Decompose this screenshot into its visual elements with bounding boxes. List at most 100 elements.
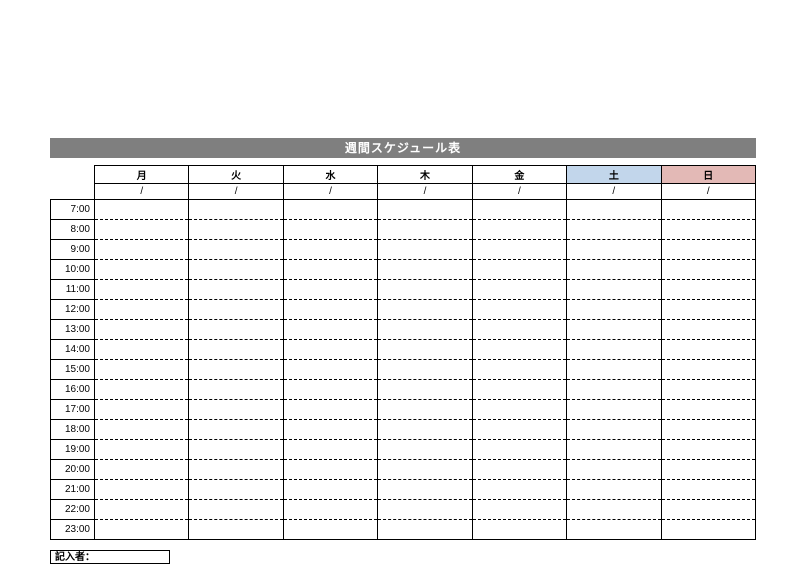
schedule-cell[interactable] bbox=[661, 480, 755, 500]
author-label[interactable]: 記入者： bbox=[50, 550, 170, 564]
schedule-cell[interactable] bbox=[661, 260, 755, 280]
schedule-cell[interactable] bbox=[189, 200, 283, 220]
schedule-cell[interactable] bbox=[378, 300, 472, 320]
schedule-cell[interactable] bbox=[661, 360, 755, 380]
schedule-cell[interactable] bbox=[661, 220, 755, 240]
schedule-cell[interactable] bbox=[95, 340, 189, 360]
schedule-cell[interactable] bbox=[567, 420, 661, 440]
schedule-cell[interactable] bbox=[283, 260, 377, 280]
schedule-cell[interactable] bbox=[567, 480, 661, 500]
schedule-cell[interactable] bbox=[283, 200, 377, 220]
schedule-cell[interactable] bbox=[661, 380, 755, 400]
schedule-cell[interactable] bbox=[95, 300, 189, 320]
schedule-cell[interactable] bbox=[472, 400, 566, 420]
schedule-cell[interactable] bbox=[661, 240, 755, 260]
schedule-cell[interactable] bbox=[567, 340, 661, 360]
schedule-cell[interactable] bbox=[661, 460, 755, 480]
schedule-cell[interactable] bbox=[567, 300, 661, 320]
date-cell[interactable]: / bbox=[378, 184, 472, 200]
schedule-cell[interactable] bbox=[378, 320, 472, 340]
schedule-cell[interactable] bbox=[661, 440, 755, 460]
schedule-cell[interactable] bbox=[283, 480, 377, 500]
schedule-cell[interactable] bbox=[189, 420, 283, 440]
schedule-cell[interactable] bbox=[661, 500, 755, 520]
schedule-cell[interactable] bbox=[189, 460, 283, 480]
schedule-cell[interactable] bbox=[189, 240, 283, 260]
schedule-cell[interactable] bbox=[661, 420, 755, 440]
schedule-cell[interactable] bbox=[567, 280, 661, 300]
schedule-cell[interactable] bbox=[567, 260, 661, 280]
schedule-cell[interactable] bbox=[189, 400, 283, 420]
schedule-cell[interactable] bbox=[378, 360, 472, 380]
schedule-cell[interactable] bbox=[95, 520, 189, 540]
schedule-cell[interactable] bbox=[95, 460, 189, 480]
schedule-cell[interactable] bbox=[378, 380, 472, 400]
schedule-cell[interactable] bbox=[472, 520, 566, 540]
schedule-cell[interactable] bbox=[283, 360, 377, 380]
schedule-cell[interactable] bbox=[378, 240, 472, 260]
schedule-cell[interactable] bbox=[95, 420, 189, 440]
schedule-cell[interactable] bbox=[189, 220, 283, 240]
schedule-cell[interactable] bbox=[283, 320, 377, 340]
schedule-cell[interactable] bbox=[189, 380, 283, 400]
schedule-cell[interactable] bbox=[661, 340, 755, 360]
schedule-cell[interactable] bbox=[95, 360, 189, 380]
schedule-cell[interactable] bbox=[283, 400, 377, 420]
schedule-cell[interactable] bbox=[95, 320, 189, 340]
schedule-cell[interactable] bbox=[95, 480, 189, 500]
schedule-cell[interactable] bbox=[472, 380, 566, 400]
schedule-cell[interactable] bbox=[472, 320, 566, 340]
schedule-cell[interactable] bbox=[567, 360, 661, 380]
schedule-cell[interactable] bbox=[189, 480, 283, 500]
schedule-cell[interactable] bbox=[283, 520, 377, 540]
schedule-cell[interactable] bbox=[283, 280, 377, 300]
schedule-cell[interactable] bbox=[95, 500, 189, 520]
date-cell[interactable]: / bbox=[661, 184, 755, 200]
schedule-cell[interactable] bbox=[567, 520, 661, 540]
schedule-cell[interactable] bbox=[567, 320, 661, 340]
schedule-cell[interactable] bbox=[472, 360, 566, 380]
schedule-cell[interactable] bbox=[661, 520, 755, 540]
schedule-cell[interactable] bbox=[95, 440, 189, 460]
schedule-cell[interactable] bbox=[95, 260, 189, 280]
schedule-cell[interactable] bbox=[661, 280, 755, 300]
schedule-cell[interactable] bbox=[472, 460, 566, 480]
schedule-cell[interactable] bbox=[283, 420, 377, 440]
schedule-cell[interactable] bbox=[472, 500, 566, 520]
schedule-cell[interactable] bbox=[189, 500, 283, 520]
date-cell[interactable]: / bbox=[95, 184, 189, 200]
schedule-cell[interactable] bbox=[95, 200, 189, 220]
schedule-cell[interactable] bbox=[189, 280, 283, 300]
schedule-cell[interactable] bbox=[567, 400, 661, 420]
schedule-cell[interactable] bbox=[472, 280, 566, 300]
schedule-cell[interactable] bbox=[378, 420, 472, 440]
schedule-cell[interactable] bbox=[189, 300, 283, 320]
schedule-cell[interactable] bbox=[283, 380, 377, 400]
schedule-cell[interactable] bbox=[472, 240, 566, 260]
schedule-cell[interactable] bbox=[283, 500, 377, 520]
schedule-cell[interactable] bbox=[661, 320, 755, 340]
schedule-cell[interactable] bbox=[95, 280, 189, 300]
schedule-cell[interactable] bbox=[95, 400, 189, 420]
schedule-cell[interactable] bbox=[567, 200, 661, 220]
date-cell[interactable]: / bbox=[189, 184, 283, 200]
schedule-cell[interactable] bbox=[378, 260, 472, 280]
schedule-cell[interactable] bbox=[472, 300, 566, 320]
schedule-cell[interactable] bbox=[95, 220, 189, 240]
schedule-cell[interactable] bbox=[661, 300, 755, 320]
schedule-cell[interactable] bbox=[567, 440, 661, 460]
schedule-cell[interactable] bbox=[283, 460, 377, 480]
schedule-cell[interactable] bbox=[567, 380, 661, 400]
schedule-cell[interactable] bbox=[95, 240, 189, 260]
schedule-cell[interactable] bbox=[472, 420, 566, 440]
schedule-cell[interactable] bbox=[378, 500, 472, 520]
date-cell[interactable]: / bbox=[283, 184, 377, 200]
schedule-cell[interactable] bbox=[378, 440, 472, 460]
schedule-cell[interactable] bbox=[378, 480, 472, 500]
schedule-cell[interactable] bbox=[661, 400, 755, 420]
schedule-cell[interactable] bbox=[567, 500, 661, 520]
schedule-cell[interactable] bbox=[378, 340, 472, 360]
schedule-cell[interactable] bbox=[567, 220, 661, 240]
schedule-cell[interactable] bbox=[189, 260, 283, 280]
date-cell[interactable]: / bbox=[567, 184, 661, 200]
